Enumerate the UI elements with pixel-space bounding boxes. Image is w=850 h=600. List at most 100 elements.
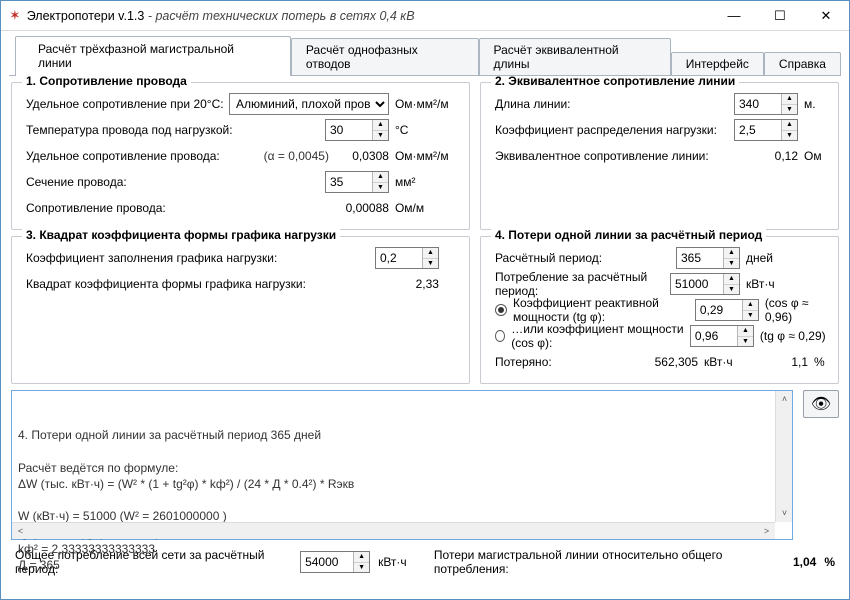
scroll-left-icon[interactable]: ˂ — [12, 523, 29, 540]
chevron-down-icon[interactable]: ▼ — [423, 259, 438, 269]
input-cons[interactable] — [671, 274, 723, 294]
view-button[interactable]: 👁 — [803, 390, 839, 418]
tab-interface[interactable]: Интерфейс — [671, 52, 764, 76]
unit: % — [808, 355, 828, 369]
minimize-button[interactable]: — — [711, 1, 757, 31]
chevron-up-icon[interactable]: ▲ — [782, 94, 797, 105]
value-rel: 1,04 — [793, 555, 816, 569]
maximize-button[interactable]: ☐ — [757, 1, 803, 31]
spin-tg[interactable]: ▲▼ — [695, 299, 759, 321]
input-temp[interactable] — [326, 120, 372, 140]
chevron-down-icon[interactable]: ▼ — [724, 285, 739, 295]
scroll-up-icon[interactable]: ˄ — [776, 391, 793, 408]
horizontal-scrollbar[interactable]: ˂ ˃ — [12, 522, 775, 539]
tab-trunk-line[interactable]: Расчёт трёхфазной магистральной линии — [15, 36, 291, 76]
input-kdist[interactable] — [735, 120, 781, 140]
label-spec-res: Удельное сопротивление провода: — [26, 149, 241, 163]
label-section: Сечение провода: — [26, 175, 325, 189]
label-spec-res-20: Удельное сопротивление при 20°C: — [26, 97, 229, 111]
chevron-up-icon[interactable]: ▲ — [743, 300, 758, 311]
value-spec-res: 0,0308 — [329, 149, 389, 163]
calculation-log[interactable]: 4. Потери одной линии за расчётный перио… — [11, 390, 793, 540]
chevron-up-icon[interactable]: ▲ — [782, 120, 797, 131]
chevron-down-icon[interactable]: ▼ — [782, 105, 797, 115]
unit: °C — [389, 123, 459, 137]
tab-eq-length[interactable]: Расчёт эквивалентной длины — [479, 38, 671, 76]
radio-dot-icon — [495, 330, 505, 342]
value-res: 0,00088 — [241, 201, 389, 215]
input-period[interactable] — [677, 248, 723, 268]
spin-length[interactable]: ▲▼ — [734, 93, 798, 115]
chevron-up-icon[interactable]: ▲ — [738, 326, 753, 337]
tabs: Расчёт трёхфазной магистральной линии Ра… — [1, 31, 849, 75]
group-title: 3. Квадрат коэффициента формы графика на… — [22, 228, 340, 242]
radio-tg[interactable]: Коэффициент реактивной мощности (tg φ): — [495, 296, 695, 324]
chevron-down-icon[interactable]: ▼ — [738, 337, 753, 347]
scroll-right-icon[interactable]: ˃ — [758, 523, 775, 540]
chevron-down-icon[interactable]: ▼ — [743, 311, 758, 321]
eye-icon: 👁 — [811, 394, 831, 414]
vertical-scrollbar[interactable]: ˄ ˅ — [775, 391, 792, 522]
chevron-up-icon[interactable]: ▲ — [423, 248, 438, 259]
unit: % — [824, 555, 835, 569]
app-subtitle: - расчёт технических потерь в сетях 0,4 … — [148, 9, 415, 23]
label-eqres: Эквивалентное сопротивление линии: — [495, 149, 738, 163]
input-tg[interactable] — [696, 300, 742, 320]
app-icon: ✶ — [9, 7, 21, 24]
unit: Ом/м — [389, 201, 459, 215]
group-title: 4. Потери одной линии за расчётный перио… — [491, 228, 766, 242]
group-eq-line-resistance: 2. Эквивалентное сопротивление линии Дли… — [480, 82, 839, 230]
spin-temp[interactable]: ▲▼ — [325, 119, 389, 141]
note-tg: (cos φ ≈ 0,96) — [759, 296, 828, 324]
label-kdist: Коэффициент распределения нагрузки: — [495, 123, 734, 137]
group-title: 2. Эквивалентное сопротивление линии — [491, 76, 739, 88]
value-loss-pct: 1,1 — [748, 355, 808, 369]
unit: дней — [740, 251, 828, 265]
group-title: 1. Сопротивление провода — [22, 76, 191, 88]
value-eqres: 0,12 — [738, 149, 798, 163]
chevron-down-icon[interactable]: ▼ — [373, 183, 388, 193]
unit: Ом·мм²/м — [389, 97, 459, 111]
input-kfill[interactable] — [376, 248, 422, 268]
scroll-down-icon[interactable]: ˅ — [776, 505, 793, 522]
label-ksq: Квадрат коэффициента формы графика нагру… — [26, 277, 379, 291]
radio-cos[interactable]: …или коэффициент мощности (cos φ): — [495, 322, 690, 350]
chevron-down-icon[interactable]: ▼ — [724, 259, 739, 269]
chevron-up-icon[interactable]: ▲ — [373, 120, 388, 131]
group-wire-resistance: 1. Сопротивление провода Удельное сопрот… — [11, 82, 470, 230]
spin-kfill[interactable]: ▲▼ — [375, 247, 439, 269]
spin-cons[interactable]: ▲▼ — [670, 273, 740, 295]
chevron-down-icon[interactable]: ▼ — [782, 131, 797, 141]
app-window: ✶ Электропотери v.1.3 - расчёт техническ… — [0, 0, 850, 600]
group-form-factor: 3. Квадрат коэффициента формы графика на… — [11, 236, 470, 384]
value-loss: 562,305 — [628, 355, 698, 369]
spin-kdist[interactable]: ▲▼ — [734, 119, 798, 141]
chevron-up-icon[interactable]: ▲ — [724, 248, 739, 259]
input-cos[interactable] — [691, 326, 737, 346]
unit: м. — [798, 97, 828, 111]
label-tg: Коэффициент реактивной мощности (tg φ): — [513, 296, 695, 324]
tab-single-phase[interactable]: Расчёт однофазных отводов — [291, 38, 479, 76]
unit: кВт·ч — [698, 355, 748, 369]
unit: мм² — [389, 175, 459, 189]
input-length[interactable] — [735, 94, 781, 114]
label-cos: …или коэффициент мощности (cos φ): — [511, 322, 690, 350]
spin-cos[interactable]: ▲▼ — [690, 325, 754, 347]
tab-content: 1. Сопротивление провода Удельное сопрот… — [1, 76, 849, 599]
unit: кВт·ч — [740, 277, 828, 291]
value-ksq: 2,33 — [379, 277, 439, 291]
close-button[interactable]: ✕ — [803, 1, 849, 31]
select-material[interactable]: Алюминий, плохой прово — [229, 93, 389, 115]
label-period: Расчётный период: — [495, 251, 676, 265]
label-loss: Потеряно: — [495, 355, 628, 369]
label-cons: Потребление за расчётный период: — [495, 270, 670, 298]
tab-help[interactable]: Справка — [764, 52, 841, 76]
spin-period[interactable]: ▲▼ — [676, 247, 740, 269]
chevron-up-icon[interactable]: ▲ — [373, 172, 388, 183]
radio-dot-icon — [495, 304, 507, 316]
input-section[interactable] — [326, 172, 372, 192]
group-line-loss: 4. Потери одной линии за расчётный перио… — [480, 236, 839, 384]
chevron-up-icon[interactable]: ▲ — [724, 274, 739, 285]
spin-section[interactable]: ▲▼ — [325, 171, 389, 193]
chevron-down-icon[interactable]: ▼ — [373, 131, 388, 141]
